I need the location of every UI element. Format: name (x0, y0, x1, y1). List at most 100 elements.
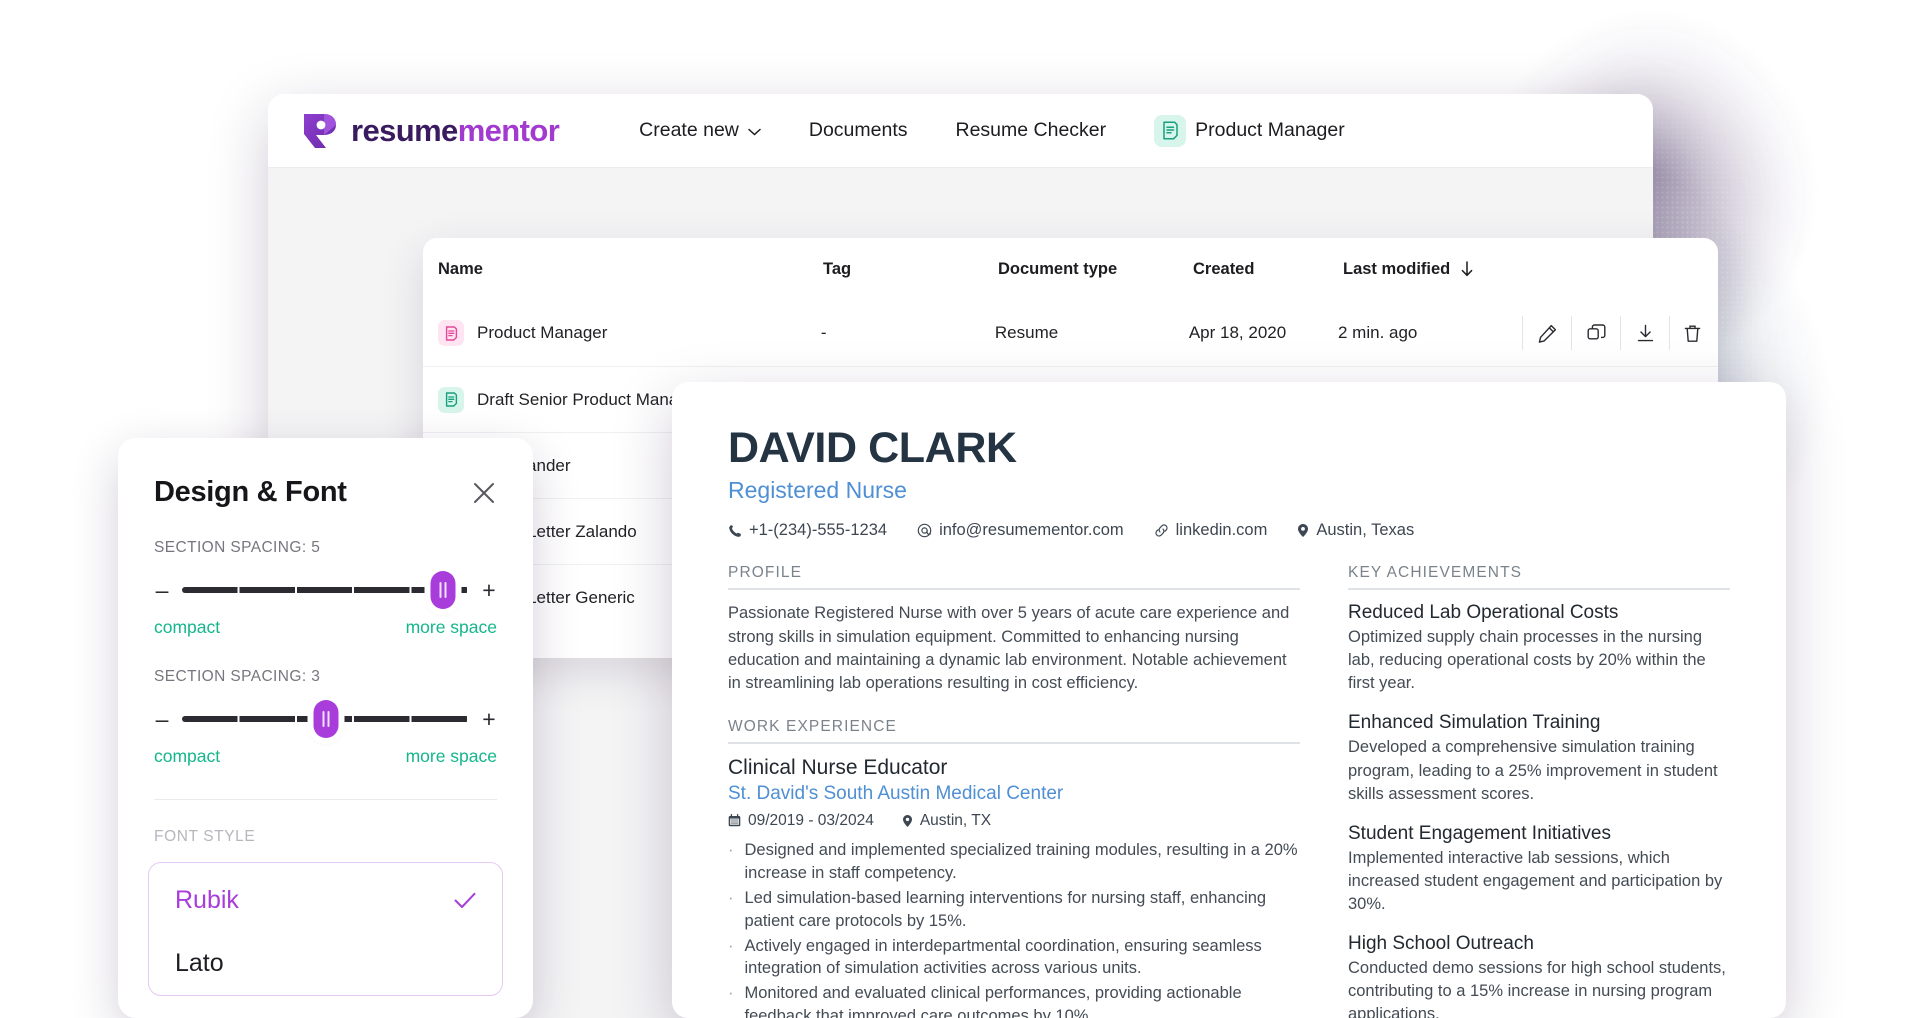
resume-right-column: KEY ACHIEVEMENTS Reduced Lab Operational… (1348, 564, 1730, 1018)
job-title: Clinical Nurse Educator (728, 755, 948, 779)
achievement-item: Student Engagement Initiatives Implement… (1348, 823, 1730, 916)
job-bullet: · Led simulation-based learning intervent… (728, 887, 1300, 933)
achievement-item: Reduced Lab Operational Costs Optimized … (1348, 602, 1730, 695)
delete-icon[interactable] (1669, 316, 1718, 350)
check-icon (454, 892, 476, 909)
link-icon (1154, 523, 1169, 538)
job-dates: 09/2019 - 03/2024 (728, 812, 874, 830)
phone-icon (728, 524, 742, 538)
nav-item-create-new[interactable]: Create new (615, 119, 785, 142)
at-icon (917, 523, 932, 538)
bullet-dot: · (728, 888, 734, 907)
job-bullet: · Monitored and evaluated clinical perfor… (728, 982, 1300, 1018)
plus-button[interactable]: + (481, 707, 497, 731)
font-list: Rubik Lato (148, 862, 503, 996)
panel-title: Design & Font (154, 476, 347, 508)
column-header-tag[interactable]: Tag (823, 260, 851, 278)
font-option-label: Lato (175, 949, 224, 977)
section-rule (728, 588, 1300, 591)
brand-name-part2: mentor (457, 112, 560, 148)
section-heading-profile: PROFILE (728, 564, 803, 582)
contact-text: linkedin.com (1175, 521, 1268, 540)
resume-contacts: +1-(234)-555-1234 info@resumementor.com … (728, 521, 1730, 540)
contact-link: linkedin.com (1154, 521, 1268, 540)
close-icon[interactable] (471, 480, 497, 506)
contact-text: info@resumementor.com (939, 521, 1124, 540)
slider-end-labels: compact more space (154, 617, 497, 638)
row-name: Product Manager (477, 323, 608, 342)
brand-name: resumementor (351, 112, 560, 149)
duplicate-icon[interactable] (1571, 316, 1620, 350)
bullet-dot: · (728, 840, 734, 859)
column-header-document-type[interactable]: Document type (998, 260, 1117, 278)
minus-button[interactable]: – (154, 707, 170, 731)
contact-email: info@resumementor.com (917, 521, 1124, 540)
resume-left-column: PROFILE Passionate Registered Nurse with… (728, 564, 1300, 1018)
section-spacing-slider-1: SECTION SPACING: 5 – + compact more spac… (118, 539, 533, 638)
nav-item-label: Create new (639, 119, 739, 141)
plus-button[interactable]: + (481, 578, 497, 602)
section-heading-work-experience: WORK EXPERIENCE (728, 717, 897, 735)
table-header-row: Name Tag Document type Created Last modi… (423, 238, 1718, 300)
chevron-down-icon (748, 128, 761, 136)
slider-row: – + (154, 700, 497, 738)
achievement-description: Optimized supply chain processes in the … (1348, 628, 1706, 693)
job-location-text: Austin, TX (919, 811, 992, 829)
table-row[interactable]: Product Manager - Resume Apr 18, 2020 2 … (423, 300, 1718, 366)
top-navigation-bar: resumementor Create new Documents Resume… (268, 94, 1653, 168)
resume-columns: PROFILE Passionate Registered Nurse with… (728, 564, 1730, 1018)
column-header-last-modified[interactable]: Last modified (1343, 260, 1450, 279)
slider-min-label: compact (154, 617, 221, 637)
resume-role: Registered Nurse (728, 477, 907, 504)
row-name: Draft Senior Product Manager (477, 389, 703, 409)
slider-track[interactable] (182, 700, 469, 738)
nav-current-document-label: Product Manager (1195, 119, 1345, 141)
document-pink-icon (438, 320, 464, 346)
calendar-icon (728, 814, 741, 827)
row-created: Apr 18, 2020 (1188, 323, 1287, 342)
bullet-text: Led simulation-based learning interventi… (744, 888, 1267, 930)
screenshot-stage: resumementor Create new Documents Resume… (0, 0, 1920, 1018)
slider-thumb[interactable] (313, 700, 338, 738)
slider-row: – + (154, 571, 497, 609)
brand-logo[interactable]: resumementor (302, 111, 560, 151)
nav-current-document[interactable]: Product Manager (1130, 114, 1369, 147)
nav-item-documents[interactable]: Documents (785, 119, 932, 142)
slider-max-label: more space (405, 746, 497, 766)
minus-button[interactable]: – (154, 578, 170, 602)
font-option-lato[interactable]: Lato (149, 932, 502, 995)
map-pin-icon (902, 814, 913, 828)
section-heading-key-achievements: KEY ACHIEVEMENTS (1348, 564, 1523, 582)
achievement-description: Developed a comprehensive simulation tra… (1348, 738, 1718, 803)
slider-max-label: more space (405, 617, 497, 637)
slider-thumb[interactable] (430, 571, 456, 609)
main-nav: Create new Documents Resume Checker Prod… (615, 114, 1369, 147)
corner-mask (1850, 0, 1920, 70)
column-header-created[interactable]: Created (1193, 260, 1254, 278)
job-organization: St. David's South Austin Medical Center (728, 782, 1064, 804)
bullet-text: Monitored and evaluated clinical perform… (744, 984, 1242, 1018)
font-option-label: Rubik (175, 886, 239, 914)
arrow-down-icon[interactable] (1460, 261, 1474, 277)
font-option-rubik[interactable]: Rubik (149, 869, 502, 932)
font-style-label: FONT STYLE (154, 828, 256, 845)
section-rule (1348, 588, 1730, 591)
achievement-title: High School Outreach (1348, 932, 1534, 954)
slider-track[interactable] (182, 571, 469, 609)
contact-text: +1-(234)-555-1234 (749, 521, 888, 540)
nav-item-resume-checker[interactable]: Resume Checker (932, 119, 1131, 142)
corner-mask (1850, 948, 1920, 1018)
panel-header: Design & Font (118, 438, 533, 509)
section-spacing-slider-2: SECTION SPACING: 3 – + compact more spac… (118, 668, 533, 767)
edit-icon[interactable] (1522, 316, 1571, 350)
job-bullets: · Designed and implemented specialized tr… (728, 839, 1300, 1018)
row-tag: - (820, 323, 827, 342)
contact-text: Austin, Texas (1316, 521, 1415, 540)
job-bullet: · Actively engaged in interdepartmental c… (728, 935, 1300, 981)
slider-min-label: compact (154, 746, 221, 766)
download-icon[interactable] (1620, 316, 1669, 350)
resumementor-r-logo-icon (302, 111, 338, 151)
column-header-name[interactable]: Name (438, 260, 483, 279)
design-and-font-panel: Design & Font SECTION SPACING: 5 – + com… (118, 438, 533, 1018)
resume-preview-card: DAVID CLARK Registered Nurse +1-(234)-55… (672, 382, 1786, 1018)
